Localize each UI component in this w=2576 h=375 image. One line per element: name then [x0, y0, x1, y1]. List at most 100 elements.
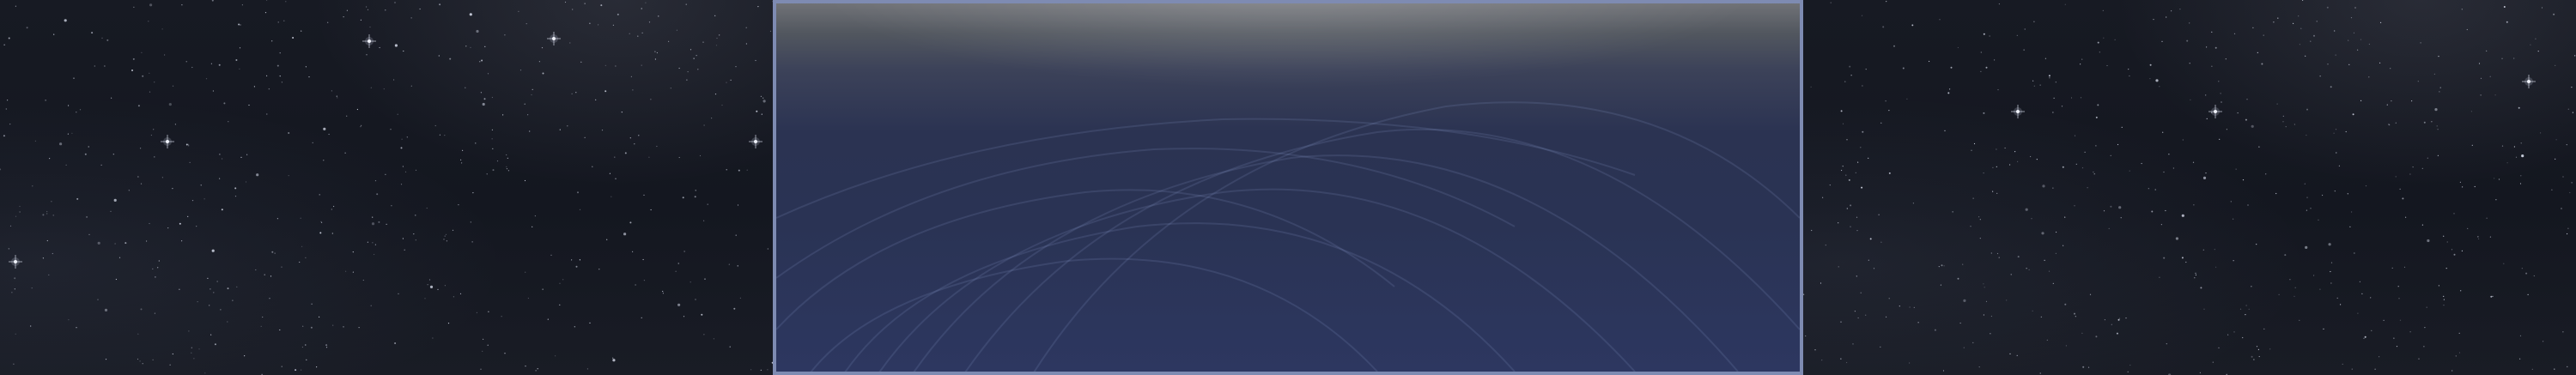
star — [2371, 330, 2372, 331]
star — [2310, 40, 2312, 42]
star — [632, 89, 634, 91]
star — [404, 249, 405, 251]
star — [274, 252, 276, 254]
star — [2553, 13, 2555, 15]
star — [439, 3, 441, 6]
star — [2412, 166, 2414, 168]
star — [586, 368, 589, 370]
star — [728, 263, 730, 265]
star — [757, 6, 759, 8]
star — [656, 145, 658, 148]
star — [1917, 322, 1919, 324]
star — [654, 51, 656, 52]
star — [504, 34, 506, 36]
star — [1869, 238, 1872, 240]
star — [2052, 282, 2054, 284]
star — [2171, 10, 2172, 12]
star — [234, 196, 237, 197]
star — [2399, 188, 2401, 190]
star — [2380, 21, 2382, 23]
star — [59, 142, 63, 146]
star — [1856, 275, 1857, 277]
star — [2095, 116, 2098, 118]
star — [2024, 28, 2026, 30]
star — [683, 316, 685, 318]
star — [482, 102, 485, 106]
star — [2571, 182, 2573, 184]
star — [1845, 174, 1847, 176]
star — [2211, 31, 2213, 33]
star — [2258, 146, 2260, 148]
star — [2251, 355, 2253, 358]
star — [1814, 349, 1816, 351]
star — [2102, 9, 2104, 11]
star — [220, 309, 222, 311]
star — [492, 169, 495, 172]
star — [704, 278, 706, 280]
star — [137, 333, 139, 335]
star — [589, 322, 591, 324]
star — [2036, 159, 2038, 160]
star — [2305, 55, 2306, 57]
star — [101, 37, 103, 39]
star — [311, 303, 313, 305]
star — [331, 90, 332, 92]
star — [733, 307, 736, 310]
star — [571, 259, 573, 261]
starfield-right — [1803, 0, 2576, 375]
star — [475, 142, 477, 144]
star — [1963, 299, 1966, 302]
star — [378, 221, 380, 223]
star — [2310, 208, 2312, 209]
star — [484, 45, 486, 48]
star — [2110, 205, 2112, 208]
star — [2237, 112, 2239, 114]
star — [196, 226, 197, 227]
star — [2360, 39, 2362, 40]
star — [288, 132, 290, 134]
star — [2455, 355, 2457, 357]
star — [1983, 112, 1985, 114]
star — [400, 147, 403, 149]
star — [760, 369, 762, 371]
star — [2252, 27, 2254, 28]
star — [2261, 63, 2263, 65]
star — [2082, 366, 2085, 368]
star — [1803, 293, 1805, 295]
star — [2492, 295, 2494, 297]
star — [438, 55, 440, 57]
star — [372, 216, 374, 218]
star — [437, 288, 439, 290]
star — [527, 297, 530, 299]
star — [2033, 85, 2035, 87]
star — [575, 265, 578, 268]
star — [685, 3, 687, 5]
star — [1973, 142, 1976, 145]
star — [301, 346, 303, 348]
star — [46, 210, 48, 213]
star — [1983, 283, 1984, 285]
star — [1992, 166, 1994, 168]
star — [648, 156, 650, 158]
star — [2437, 154, 2439, 156]
star — [0, 168, 2, 171]
star — [189, 161, 191, 163]
orbit-lines-decoration — [776, 101, 1800, 372]
star — [305, 257, 307, 258]
star — [527, 114, 529, 116]
star — [218, 64, 221, 66]
star — [2330, 86, 2332, 88]
star — [42, 257, 45, 259]
star — [281, 266, 283, 268]
star — [658, 15, 659, 17]
star — [534, 215, 537, 217]
star — [2129, 364, 2131, 366]
star — [2562, 331, 2564, 333]
star — [2562, 176, 2564, 178]
star — [181, 4, 183, 6]
star — [188, 330, 190, 332]
star — [146, 240, 148, 242]
star — [366, 6, 368, 8]
star — [223, 102, 226, 105]
star — [366, 54, 368, 56]
